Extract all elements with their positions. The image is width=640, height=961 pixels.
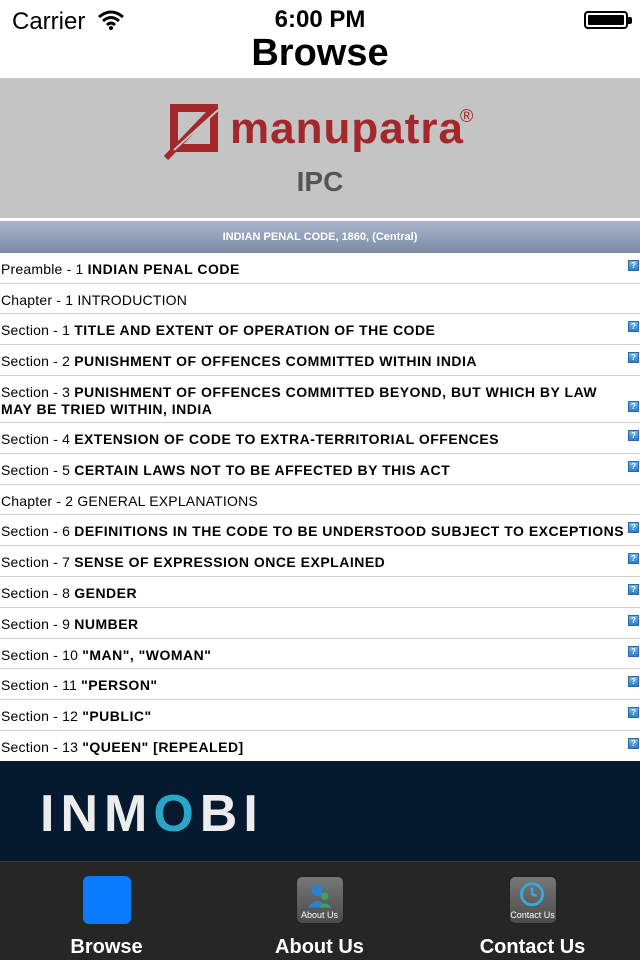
- list-item-prefix: Section - 5: [1, 462, 75, 478]
- list-item-text: Section - 7 SENSE OF EXPRESSION ONCE EXP…: [1, 554, 626, 571]
- list-item-text: Section - 12 "PUBLIC": [1, 708, 626, 725]
- info-icon[interactable]: ?: [628, 401, 639, 412]
- info-icon[interactable]: ?: [628, 461, 639, 472]
- list-item[interactable]: Section - 2 PUNISHMENT OF OFFENCES COMMI…: [0, 345, 640, 376]
- tab-label: About Us: [275, 936, 364, 958]
- list-item-title: "QUEEN" [REPEALED]: [82, 739, 244, 755]
- list-item-title: NUMBER: [74, 616, 139, 632]
- page-title: Browse: [251, 32, 389, 74]
- info-icon[interactable]: ?: [628, 738, 639, 749]
- list-item-text: Section - 2 PUNISHMENT OF OFFENCES COMMI…: [1, 353, 626, 370]
- info-icon[interactable]: ?: [628, 676, 639, 687]
- list-item-prefix: Section - 4: [1, 431, 75, 447]
- list-item-title: PUNISHMENT OF OFFENCES COMMITTED BEYOND,…: [1, 384, 598, 417]
- manupatra-logo-icon: [164, 104, 219, 160]
- list-item-text: Section - 6 DEFINITIONS IN THE CODE TO B…: [1, 523, 626, 540]
- tab-browse[interactable]: Browse: [0, 862, 213, 961]
- list-item-title: EXTENSION OF CODE TO EXTRA-TERRITORIAL O…: [74, 431, 500, 447]
- list-item-prefix: Section - 13: [1, 739, 83, 755]
- ad-brand[interactable]: INMOBI: [40, 784, 264, 844]
- info-icon[interactable]: ?: [628, 553, 639, 564]
- toc-list: Preamble - 1 INDIAN PENAL CODE? Chapter -…: [0, 253, 640, 762]
- tab-label: Browse: [70, 936, 143, 958]
- list-item-title: INDIAN PENAL CODE: [87, 261, 240, 277]
- list-item[interactable]: Section - 1 TITLE AND EXTENT OF OPERATIO…: [0, 314, 640, 345]
- brand-name: manupatra: [230, 104, 464, 153]
- registered-mark: ®: [460, 106, 474, 126]
- list-item-prefix: Section - 12: [1, 708, 83, 724]
- list-item-title: SENSE OF EXPRESSION ONCE EXPLAINED: [74, 554, 386, 570]
- list-item[interactable]: Section - 10 "MAN", "WOMAN"?: [0, 639, 640, 669]
- battery-icon: [584, 11, 632, 29]
- list-item-title: CERTAIN LAWS NOT TO BE AFFECTED BY THIS …: [74, 462, 451, 478]
- browse-icon: [82, 876, 131, 924]
- list-item[interactable]: Section - 9 NUMBER?: [0, 608, 640, 639]
- list-item-title: GENDER: [74, 585, 138, 601]
- info-icon[interactable]: ?: [628, 260, 639, 271]
- list-item-text: Section - 4 EXTENSION OF CODE TO EXTRA-T…: [1, 431, 626, 448]
- list-item-prefix: Chapter - 1: [1, 292, 78, 308]
- section-header: INDIAN PENAL CODE, 1860, (Central): [0, 221, 640, 253]
- list-item[interactable]: Section - 12 "PUBLIC"?: [0, 700, 640, 731]
- tab-label: Contact Us: [479, 936, 586, 958]
- list-item-text: Section - 10 "MAN", "WOMAN": [1, 647, 626, 664]
- list-item-prefix: Section - 7: [1, 554, 75, 570]
- list-item[interactable]: Section - 7 SENSE OF EXPRESSION ONCE EXP…: [0, 546, 640, 577]
- list-item-title: "PUBLIC": [82, 708, 152, 724]
- list-item-text: Section - 3 PUNISHMENT OF OFFENCES COMMI…: [1, 384, 626, 418]
- clock-icon: Contact Us: [508, 876, 557, 924]
- info-icon[interactable]: ?: [628, 430, 639, 441]
- info-icon[interactable]: ?: [628, 522, 639, 533]
- list-item-prefix: Section - 1: [1, 322, 75, 338]
- info-icon[interactable]: ?: [628, 584, 639, 595]
- list-item[interactable]: Section - 3 PUNISHMENT OF OFFENCES COMMI…: [0, 376, 640, 423]
- list-item-prefix: Section - 11: [1, 677, 82, 693]
- info-icon[interactable]: ?: [628, 615, 639, 626]
- list-item-text: Section - 8 GENDER: [1, 585, 626, 602]
- list-item[interactable]: Chapter - 1 INTRODUCTION: [0, 284, 640, 314]
- info-icon[interactable]: ?: [628, 646, 639, 657]
- list-item-text: Section - 11 "PERSON": [1, 677, 626, 694]
- list-item[interactable]: Section - 4 EXTENSION OF CODE TO EXTRA-T…: [0, 423, 640, 454]
- list-item-prefix: Section - 9: [1, 616, 75, 632]
- list-item[interactable]: Chapter - 2 GENERAL EXPLANATIONS: [0, 485, 640, 515]
- list-item-text: Chapter - 2 GENERAL EXPLANATIONS: [1, 493, 626, 510]
- list-item[interactable]: Section - 6 DEFINITIONS IN THE CODE TO B…: [0, 515, 640, 546]
- list-item-text: Section - 1 TITLE AND EXTENT OF OPERATIO…: [1, 322, 626, 339]
- list-item-prefix: Section - 2: [1, 353, 75, 369]
- list-item-text: Section - 9 NUMBER: [1, 616, 626, 633]
- list-item-prefix: Chapter - 2: [1, 493, 78, 509]
- clock: 6:00 PM: [274, 6, 366, 33]
- info-icon[interactable]: ?: [628, 352, 639, 363]
- list-item-prefix: Preamble - 1: [1, 261, 88, 277]
- tab-bar: Browse About Us About Us Contact Us Cont…: [0, 861, 640, 960]
- list-item-title: "PERSON": [81, 677, 158, 693]
- list-item-prefix: Section - 6: [1, 523, 75, 539]
- list-item[interactable]: Section - 8 GENDER?: [0, 577, 640, 608]
- list-item-text: Section - 5 CERTAIN LAWS NOT TO BE AFFEC…: [1, 462, 626, 479]
- list-item-text: Preamble - 1 INDIAN PENAL CODE: [1, 261, 626, 278]
- list-item-prefix: Section - 8: [1, 585, 75, 601]
- list-item[interactable]: Preamble - 1 INDIAN PENAL CODE?: [0, 253, 640, 284]
- list-item-prefix: Section - 10: [1, 647, 83, 663]
- list-item-title: INTRODUCTION: [77, 292, 188, 308]
- tab-contact-us[interactable]: Contact Us Contact Us: [426, 862, 639, 961]
- list-item-prefix: Section - 3: [1, 384, 75, 400]
- list-item[interactable]: Section - 13 "QUEEN" [REPEALED]?: [0, 731, 640, 762]
- list-item[interactable]: Section - 11 "PERSON"?: [0, 669, 640, 700]
- list-item-title: PUNISHMENT OF OFFENCES COMMITTED WITHIN …: [74, 353, 478, 369]
- user-icon: About Us: [295, 876, 344, 924]
- tab-about-us[interactable]: About Us About Us: [213, 862, 426, 961]
- list-item-text: Section - 13 "QUEEN" [REPEALED]: [1, 739, 626, 756]
- list-item-text: Chapter - 1 INTRODUCTION: [1, 292, 626, 309]
- list-item-title: TITLE AND EXTENT OF OPERATION OF THE COD…: [74, 322, 436, 338]
- list-item-title: GENERAL EXPLANATIONS: [77, 493, 258, 509]
- info-icon[interactable]: ?: [628, 707, 639, 718]
- banner-subtitle: IPC: [296, 166, 344, 197]
- list-item[interactable]: Section - 5 CERTAIN LAWS NOT TO BE AFFEC…: [0, 454, 640, 485]
- list-item-title: DEFINITIONS IN THE CODE TO BE UNDERSTOOD…: [74, 523, 625, 539]
- info-icon[interactable]: ?: [628, 321, 639, 332]
- list-item-title: "MAN", "WOMAN": [82, 647, 212, 663]
